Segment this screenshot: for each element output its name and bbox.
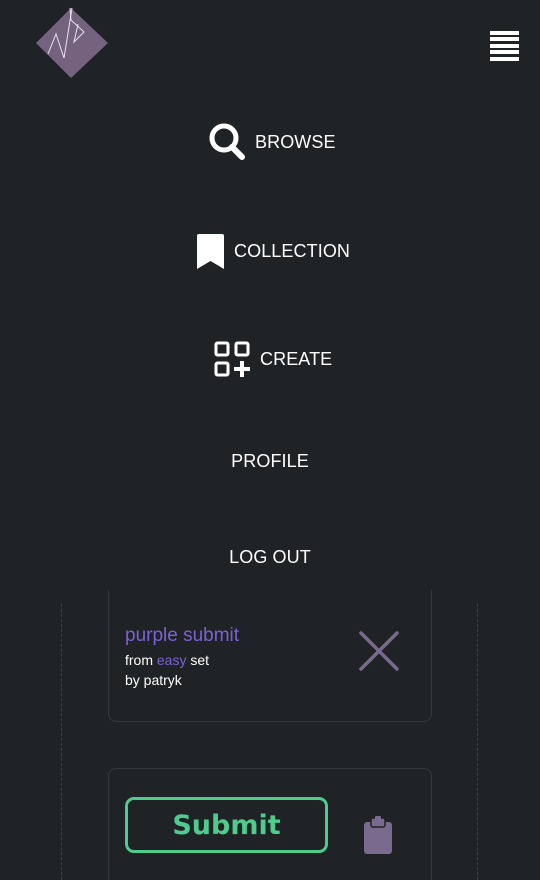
clipboard-icon[interactable]	[362, 816, 394, 856]
nav-logout-label: LOG OUT	[229, 546, 311, 567]
nav-collection-label: COLLECTION	[234, 240, 351, 261]
dashed-guide-left	[61, 604, 62, 880]
item-title: purple submit	[125, 625, 240, 646]
nav-profile-label: PROFILE	[231, 450, 309, 471]
selected-item-card: purple submit from easy set by patryk	[108, 590, 432, 722]
grid-plus-icon	[214, 341, 250, 377]
close-x-icon[interactable]	[358, 630, 400, 672]
submit-button[interactable]: Submit	[125, 797, 328, 853]
nav-browse[interactable]: BROWSE	[209, 123, 336, 161]
nav-create[interactable]: CREATE	[214, 340, 332, 378]
submit-card: Submit	[108, 768, 432, 880]
magnifier-icon	[209, 123, 245, 160]
diamond-logo-icon[interactable]	[34, 6, 110, 80]
item-level[interactable]: easy	[157, 652, 187, 668]
nav-logout[interactable]: LOG OUT	[0, 546, 540, 568]
bookmark-icon	[197, 233, 224, 269]
nav-collection[interactable]: COLLECTION	[196, 232, 350, 270]
item-from-suffix: set	[186, 652, 210, 668]
page: BROWSE COLLECTION CREATE PROFILE LOG OUT…	[0, 0, 540, 880]
nav-create-label: CREATE	[260, 348, 333, 369]
nav-profile[interactable]: PROFILE	[0, 450, 540, 472]
hamburger-menu-icon[interactable]	[490, 31, 519, 61]
item-from-line: from easy set	[125, 652, 209, 668]
item-from-prefix: from	[125, 652, 157, 668]
nav-browse-label: BROWSE	[255, 131, 336, 152]
dashed-guide-right	[477, 604, 478, 880]
item-author: by patryk	[125, 672, 182, 688]
